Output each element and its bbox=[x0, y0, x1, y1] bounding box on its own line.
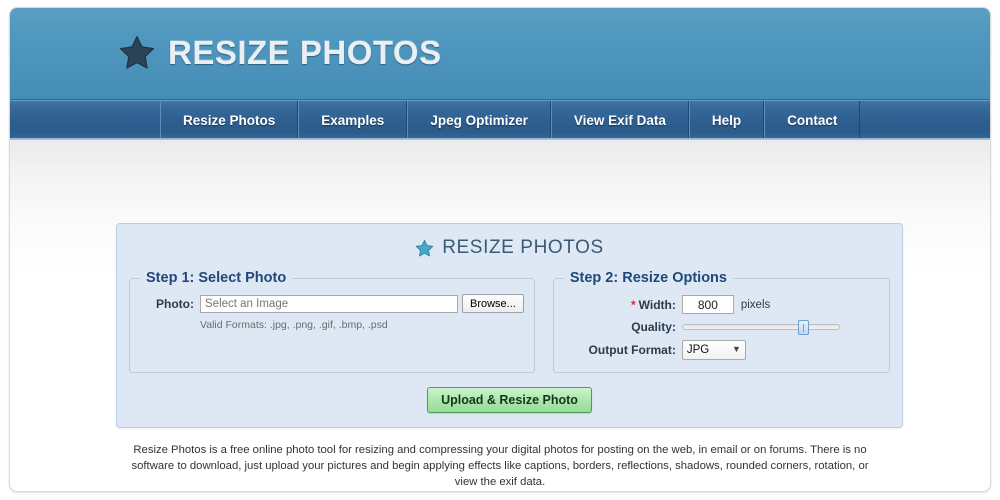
site-header: RESIZE PHOTOS bbox=[10, 8, 990, 100]
footer-description: Resize Photos is a free online photo too… bbox=[131, 444, 869, 488]
step1-select-photo: Step 1: Select Photo Photo: Browse... Va… bbox=[129, 270, 535, 373]
photo-label: Photo: bbox=[156, 296, 194, 311]
nav-label: Examples bbox=[321, 112, 385, 128]
steps-container: Step 1: Select Photo Photo: Browse... Va… bbox=[129, 270, 890, 373]
browse-button[interactable]: Browse... bbox=[462, 294, 524, 313]
width-label-text: Width: bbox=[638, 297, 676, 312]
panel-title: RESIZE PHOTOS bbox=[117, 237, 902, 259]
nav-item-jpeg-optimizer[interactable]: Jpeg Optimizer bbox=[407, 101, 551, 139]
site-logo-text: RESIZE PHOTOS bbox=[168, 34, 442, 71]
site-logo[interactable]: RESIZE PHOTOS bbox=[118, 34, 442, 72]
valid-formats-note: Valid Formats: .jpg, .png, .gif, .bmp, .… bbox=[200, 319, 388, 331]
nav-item-help[interactable]: Help bbox=[688, 101, 765, 139]
output-format-select-wrap: JPG ▼ bbox=[681, 340, 746, 360]
browser-frame: RESIZE PHOTOS Resize Photos Examples Jpe… bbox=[10, 8, 990, 491]
output-format-label: Output Format: bbox=[588, 343, 676, 357]
resize-tool-panel: RESIZE PHOTOS Step 1: Select Photo Photo… bbox=[116, 223, 903, 428]
width-field-row: *Width: pixels bbox=[564, 295, 879, 314]
page-root: RESIZE PHOTOS Resize Photos Examples Jpe… bbox=[0, 0, 1000, 500]
width-label: * Width: bbox=[564, 298, 682, 312]
nav-label: Jpeg Optimizer bbox=[430, 112, 528, 128]
submit-row: Upload & Resize Photo bbox=[117, 387, 902, 413]
width-unit-label: pixels bbox=[740, 298, 771, 311]
quality-field-row: Quality: bbox=[564, 319, 879, 335]
quality-label: Quality: bbox=[631, 320, 676, 334]
output-format-field-row: Output Format: JPG ▼ bbox=[564, 340, 879, 360]
step1-legend: Step 1: Select Photo bbox=[146, 270, 287, 286]
nav-label: Resize Photos bbox=[183, 112, 276, 128]
photo-input[interactable] bbox=[200, 294, 458, 313]
nav-label: Contact bbox=[787, 112, 838, 128]
required-asterisk: * bbox=[630, 297, 636, 312]
star-icon bbox=[416, 239, 434, 256]
quality-slider-handle[interactable] bbox=[797, 320, 809, 335]
output-format-select[interactable]: JPG bbox=[681, 340, 746, 360]
quality-slider[interactable] bbox=[681, 319, 840, 335]
nav-item-resize-photos[interactable]: Resize Photos bbox=[160, 101, 299, 139]
nav-item-contact[interactable]: Contact bbox=[764, 101, 861, 139]
nav-item-view-exif-data[interactable]: View Exif Data bbox=[550, 101, 689, 139]
step2-resize-options: Step 2: Resize Options *Width: pixels Qu… bbox=[552, 270, 890, 373]
upload-resize-button[interactable]: Upload & Resize Photo bbox=[427, 387, 592, 413]
page-content: RESIZE PHOTOS Step 1: Select Photo Photo… bbox=[10, 140, 990, 490]
quality-slider-track bbox=[681, 324, 840, 330]
nav-label: View Exif Data bbox=[573, 112, 666, 128]
main-navigation: Resize Photos Examples Jpeg Optimizer Vi… bbox=[10, 100, 990, 140]
photo-field-row: Photo: Browse... bbox=[140, 294, 524, 313]
width-input[interactable] bbox=[681, 295, 734, 314]
star-icon bbox=[119, 35, 155, 69]
step2-legend: Step 2: Resize Options bbox=[569, 270, 727, 286]
nav-item-examples[interactable]: Examples bbox=[298, 101, 408, 139]
nav-label: Help bbox=[711, 112, 742, 128]
panel-title-text: RESIZE PHOTOS bbox=[442, 237, 604, 258]
